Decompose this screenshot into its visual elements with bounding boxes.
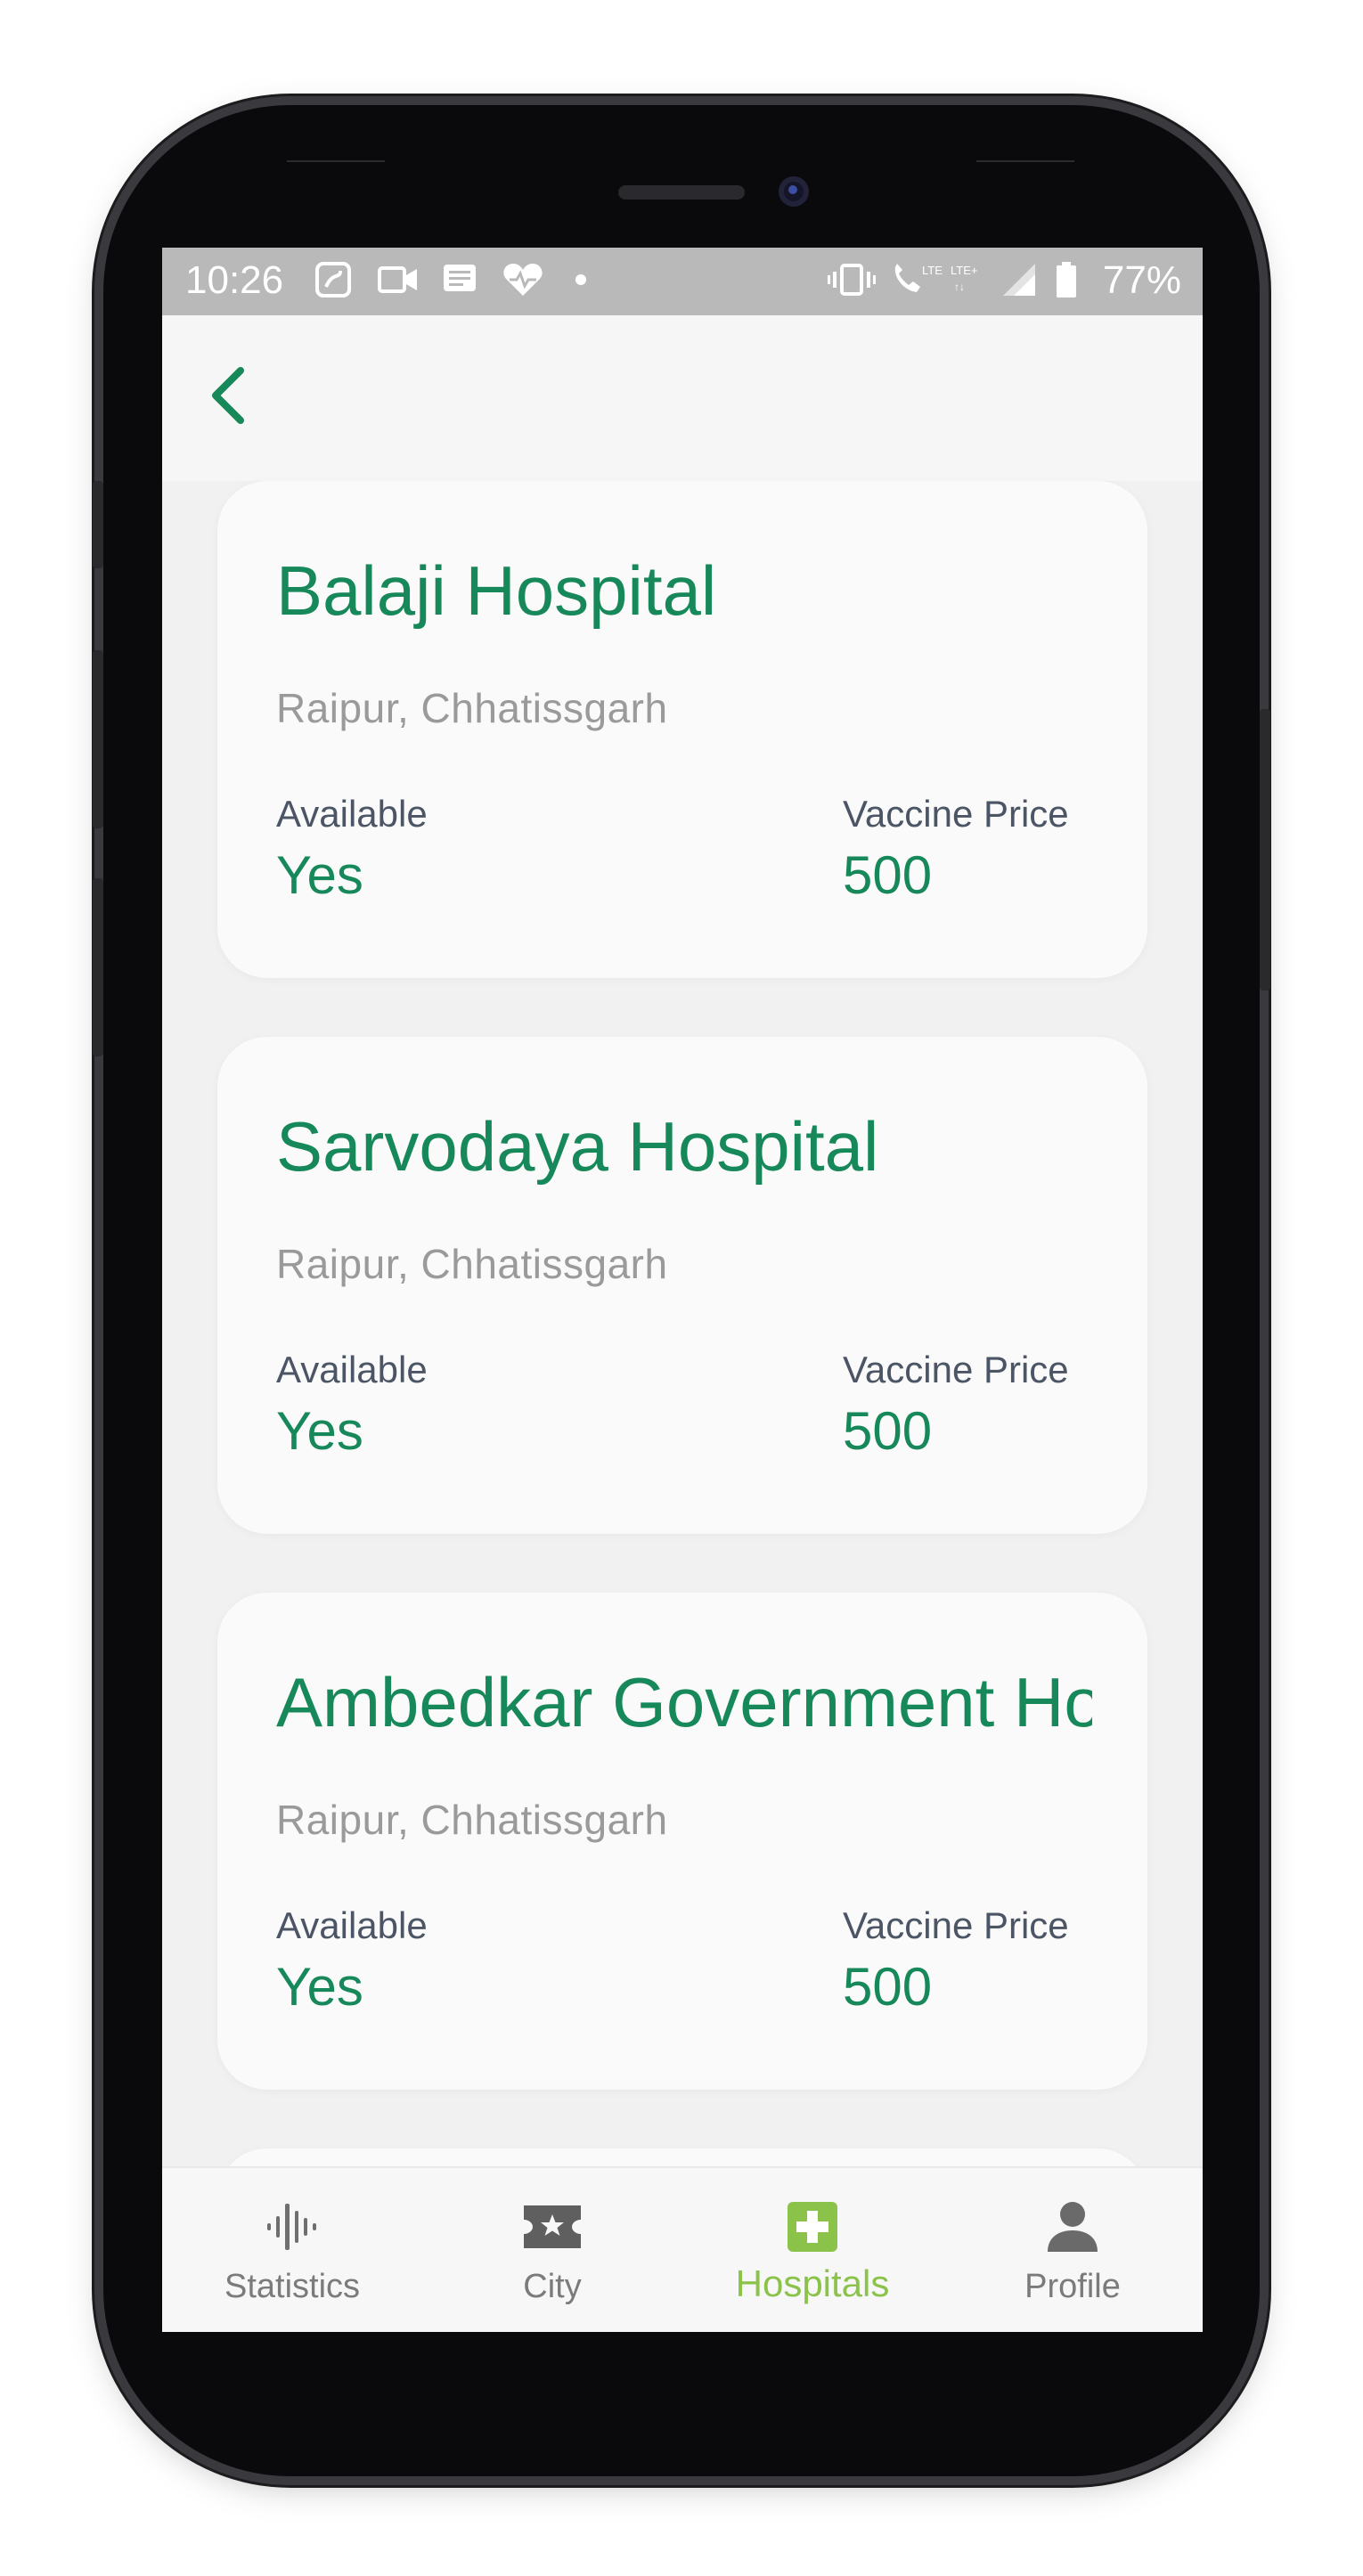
video-camera-icon xyxy=(376,262,420,298)
nav-statistics-label: Statistics xyxy=(224,2268,361,2305)
nav-hospitals[interactable]: Hospitals xyxy=(682,2168,943,2332)
available-label: Available xyxy=(276,793,428,835)
hospital-plus-icon xyxy=(682,2198,943,2255)
nav-statistics[interactable]: Statistics xyxy=(162,2168,422,2332)
app-bar xyxy=(162,315,1203,481)
available-label: Available xyxy=(276,1349,428,1390)
hospital-name: Balaji Hospital xyxy=(276,551,717,630)
vaccine-price-label: Vaccine Price xyxy=(843,1349,1069,1390)
hospital-card[interactable]: Ambedkar Government Ho Raipur, Chhatissg… xyxy=(217,1593,1147,2090)
nav-profile[interactable]: Profile xyxy=(943,2168,1203,2332)
hospital-location: Raipur, Chhatissgarh xyxy=(276,1241,668,1287)
vibrate-icon xyxy=(827,262,877,298)
battery-percentage: 77% xyxy=(1102,258,1181,302)
app-screen: 10:26 LTE LTE+ ↑↓ 77% Balaji Hospital Ra… xyxy=(162,248,1203,2332)
speaker-grille-left xyxy=(287,160,385,162)
battery-icon xyxy=(1053,262,1080,298)
available-value: Yes xyxy=(276,845,363,905)
nav-city[interactable]: City xyxy=(422,2168,682,2332)
chevron-left-icon xyxy=(212,367,244,424)
ticket-star-icon xyxy=(422,2198,682,2255)
nav-city-label: City xyxy=(523,2268,582,2305)
available-value: Yes xyxy=(276,1401,363,1461)
signal-icon xyxy=(1000,262,1039,298)
status-time: 10:26 xyxy=(185,258,284,302)
hospital-card[interactable]: Balaji Hospital Raipur, Chhatissgarh Ava… xyxy=(217,481,1147,978)
svg-text:LTE: LTE xyxy=(922,264,943,277)
volume-down-button xyxy=(93,878,103,1056)
vaccine-price-value: 500 xyxy=(843,1401,933,1461)
hospital-location: Raipur, Chhatissgarh xyxy=(276,1797,668,1843)
mute-switch xyxy=(93,481,103,568)
back-button[interactable] xyxy=(198,360,260,431)
nav-hospitals-label: Hospitals xyxy=(735,2262,890,2304)
bottom-navigation: Statistics City Hospitals Profile xyxy=(162,2166,1203,2332)
waveform-icon xyxy=(162,2198,422,2255)
svg-text:LTE+: LTE+ xyxy=(951,264,977,277)
vaccine-price-label: Vaccine Price xyxy=(843,1904,1069,1946)
message-icon xyxy=(440,262,479,298)
hospital-card[interactable]: Sarvodaya Hospital Raipur, Chhatissgarh … xyxy=(217,1037,1147,1534)
hospital-name: Ambedkar Government Ho xyxy=(276,1663,1092,1741)
hospital-location: Raipur, Chhatissgarh xyxy=(276,685,668,731)
earpiece xyxy=(618,185,745,200)
heart-health-icon xyxy=(501,262,545,298)
vaccine-price-label: Vaccine Price xyxy=(843,793,1069,835)
nav-profile-label: Profile xyxy=(1024,2268,1121,2305)
available-value: Yes xyxy=(276,1957,363,2017)
person-icon xyxy=(943,2198,1203,2255)
svg-text:↑↓: ↑↓ xyxy=(954,281,965,293)
status-bar: 10:26 LTE LTE+ ↑↓ 77% xyxy=(162,248,1203,315)
vaccine-price-value: 500 xyxy=(843,845,933,905)
speaker-grille-right xyxy=(976,160,1074,162)
saavn-icon xyxy=(314,262,353,298)
vaccine-price-value: 500 xyxy=(843,1957,933,2017)
hospital-name: Sarvodaya Hospital xyxy=(276,1107,879,1186)
more-notifications-dot-icon xyxy=(574,262,588,298)
available-label: Available xyxy=(276,1904,428,1946)
volume-up-button xyxy=(93,650,103,828)
lte-call-icon: LTE LTE+ ↑↓ xyxy=(889,262,996,298)
front-camera xyxy=(779,176,809,207)
power-button xyxy=(1260,709,1270,990)
